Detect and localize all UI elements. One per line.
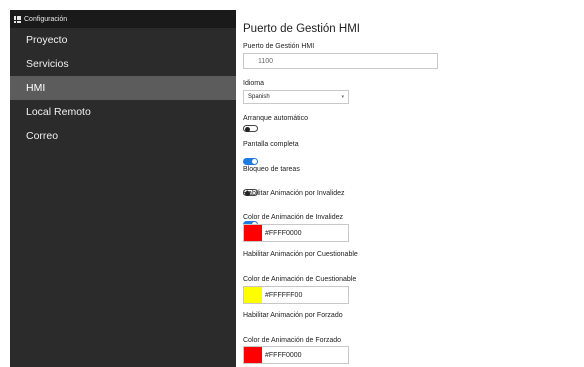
sidebar-item-local-remoto[interactable]: Local Remoto	[10, 100, 236, 124]
sidebar-header: Configuración	[10, 10, 236, 28]
color-value: #FFFF0000	[265, 351, 302, 359]
sidebar-item-label: Proyecto	[26, 34, 68, 46]
sidebar-item-label: Correo	[26, 130, 59, 142]
sidebar-item-label: Servicios	[26, 58, 69, 70]
color-swatch[interactable]	[244, 225, 262, 241]
sidebar: Configuración Proyecto Servicios HMI Loc…	[10, 10, 236, 367]
sidebar-item-correo[interactable]: Correo	[10, 124, 236, 148]
language-select[interactable]: Spanish ▾	[243, 90, 349, 104]
invalid-color-input[interactable]: #FFFF0000	[243, 224, 349, 242]
settings-panel: Puerto de Gestión HMI	[243, 20, 573, 35]
questionable-color-label: Color de Animación de Cuestionable	[243, 276, 357, 283]
port-label: Puerto de Gestión HMI	[243, 43, 315, 50]
port-input[interactable]: 1100	[243, 53, 438, 69]
color-value: #FFFF0000	[265, 229, 302, 237]
fullscreen-label: Pantalla completa	[243, 141, 299, 148]
language-label: Idioma	[243, 80, 265, 87]
sidebar-item-proyecto[interactable]: Proyecto	[10, 28, 236, 52]
invalid-color-label: Color de Animación de Invalidez	[243, 214, 344, 221]
forced-color-label: Color de Animación de Forzado	[243, 337, 342, 344]
forced-color-input[interactable]: #FFFF0000	[243, 346, 349, 364]
invalid-anim-label: Habilitar Animación por Invalidez	[243, 190, 345, 197]
autostart-label: Arranque automático	[243, 115, 308, 122]
questionable-anim-label: Habilitar Animación por Cuestionable	[243, 251, 358, 258]
fullscreen-toggle[interactable]	[243, 158, 258, 165]
tasklock-label: Bloqueo de tareas	[243, 166, 300, 173]
color-swatch[interactable]	[244, 347, 262, 363]
language-value: Spanish	[248, 94, 270, 100]
autostart-toggle[interactable]	[243, 125, 258, 132]
sidebar-item-label: Local Remoto	[26, 106, 91, 118]
sidebar-item-servicios[interactable]: Servicios	[10, 52, 236, 76]
color-swatch[interactable]	[244, 287, 262, 303]
questionable-color-input[interactable]: #FFFFFF00	[243, 286, 349, 304]
forced-anim-label: Habilitar Animación por Forzado	[243, 312, 343, 319]
color-value: #FFFFFF00	[265, 291, 303, 299]
grid-icon	[14, 15, 21, 23]
sidebar-item-hmi[interactable]: HMI	[10, 76, 236, 100]
sidebar-item-label: HMI	[26, 82, 46, 94]
chevron-down-icon: ▾	[341, 94, 344, 100]
page-title: Puerto de Gestión HMI	[243, 23, 360, 35]
sidebar-header-label: Configuración	[24, 15, 68, 23]
